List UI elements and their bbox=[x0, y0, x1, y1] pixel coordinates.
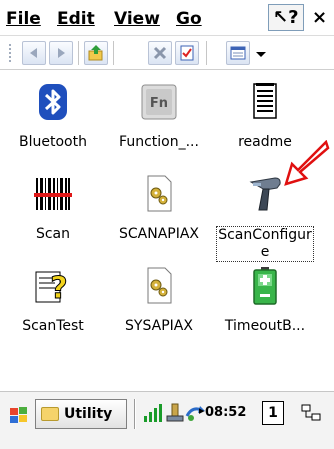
tray-separator bbox=[134, 399, 136, 429]
tray-more-icon[interactable]: ▸ bbox=[199, 404, 205, 417]
help-pointer-icon: ↖? bbox=[273, 7, 299, 28]
utility-label: Utility bbox=[64, 406, 113, 422]
toolbar-separator bbox=[78, 41, 79, 65]
folder-icon bbox=[41, 407, 59, 421]
clock: 08:52 bbox=[205, 405, 247, 420]
file-label: Scan bbox=[35, 226, 71, 242]
barcode-scanner-icon bbox=[249, 177, 281, 211]
usb-icon[interactable] bbox=[164, 402, 186, 424]
start-button[interactable] bbox=[8, 404, 30, 426]
forward-icon bbox=[58, 48, 65, 58]
properties-button[interactable] bbox=[175, 41, 199, 65]
document-icon bbox=[253, 83, 277, 119]
toolbar-separator bbox=[206, 41, 207, 65]
file-label: SCANAPIAX bbox=[118, 226, 200, 242]
file-label: Function_... bbox=[119, 134, 199, 150]
signal-icon[interactable] bbox=[142, 402, 164, 424]
close-button[interactable]: × bbox=[312, 7, 327, 28]
barcode-icon bbox=[34, 178, 72, 210]
properties-icon bbox=[180, 45, 194, 61]
help-file-icon: ? bbox=[35, 271, 68, 306]
file-list: Bluetooth Fn Function_... readme Scan SC… bbox=[0, 70, 334, 390]
up-folder-button[interactable] bbox=[84, 41, 108, 65]
fn-key-icon: Fn bbox=[141, 84, 177, 120]
up-folder-icon bbox=[88, 45, 103, 61]
menu-bar: File Edit View Go ↖? × bbox=[0, 0, 334, 36]
back-icon bbox=[30, 48, 37, 58]
toolbar-separator bbox=[113, 41, 114, 65]
battery-icon bbox=[253, 267, 277, 305]
network-icon[interactable] bbox=[300, 402, 322, 424]
menu-go[interactable]: Go bbox=[176, 9, 202, 29]
menu-file[interactable]: File bbox=[6, 9, 41, 29]
utility-task-button[interactable]: Utility bbox=[35, 399, 127, 429]
menu-edit[interactable]: Edit bbox=[57, 9, 95, 29]
gear-document-icon bbox=[147, 175, 172, 212]
views-dropdown-icon[interactable] bbox=[256, 52, 266, 57]
gear-document-icon bbox=[147, 267, 172, 304]
back-button[interactable] bbox=[22, 41, 46, 65]
delete-button[interactable] bbox=[148, 41, 172, 65]
red-arrow-annotation bbox=[284, 140, 330, 186]
menu-view[interactable]: View bbox=[114, 9, 160, 29]
svg-text:Fn: Fn bbox=[150, 96, 168, 111]
views-icon bbox=[230, 46, 246, 60]
toolbar bbox=[0, 36, 334, 70]
file-label: TimeoutB... bbox=[224, 318, 306, 334]
views-button[interactable] bbox=[226, 41, 250, 65]
bluetooth-icon bbox=[39, 84, 67, 120]
forward-button[interactable] bbox=[49, 41, 73, 65]
file-label: ScanConfigure bbox=[216, 226, 314, 262]
help-button[interactable]: ↖? bbox=[268, 4, 304, 31]
taskbar: Utility ▸ 08:52 1 bbox=[0, 391, 334, 449]
file-label: ScanTest bbox=[22, 318, 84, 334]
input-panel-button[interactable]: 1 bbox=[262, 401, 284, 425]
svg-text:?: ? bbox=[50, 271, 67, 306]
file-label: Bluetooth bbox=[19, 134, 87, 150]
file-label: SYSAPIAX bbox=[125, 318, 193, 334]
toolbar-grip[interactable] bbox=[8, 43, 12, 63]
delete-icon bbox=[153, 46, 167, 60]
